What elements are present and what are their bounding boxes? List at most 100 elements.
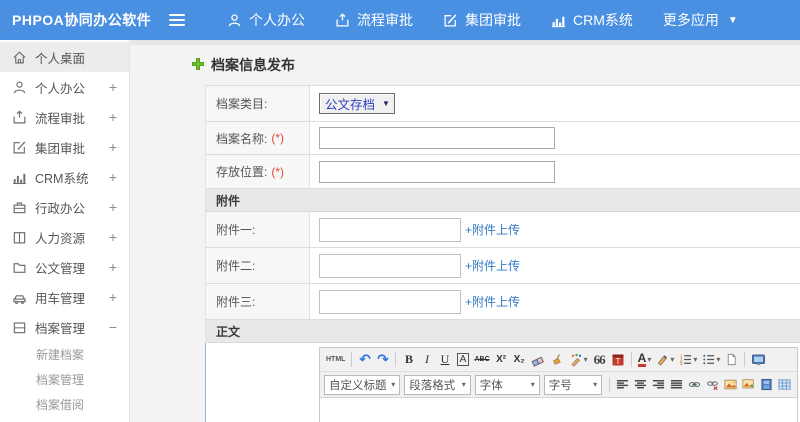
sidebar-item-archive-management[interactable]: 档案管理 − xyxy=(0,312,129,342)
page-title-text: 档案信息发布 xyxy=(211,57,295,73)
expand-plus-icon[interactable]: + xyxy=(109,199,117,215)
sidebar-subitem-new-archive[interactable]: 新建档案 xyxy=(0,342,129,367)
nav-group-approval[interactable]: 集团审批 xyxy=(428,0,536,40)
attachments-section-header: 附件 xyxy=(205,189,800,212)
expand-plus-icon[interactable]: + xyxy=(109,109,117,125)
document-icon xyxy=(12,260,27,275)
hamburger-menu-icon[interactable] xyxy=(162,14,192,26)
caret-down-icon: ▾ xyxy=(716,355,721,364)
font-size-select[interactable]: 字号 ▾ xyxy=(543,374,603,395)
rich-text-editor: HTML ↶ ↷ B I U A ABC X² X₂ ▾ 66 T A ▾ ▾ … xyxy=(319,347,798,422)
form-row-attachment-1: 附件一: +附件上传 xyxy=(205,212,800,248)
sidebar-item-group-approval[interactable]: 集团审批 + xyxy=(0,132,129,162)
align-center-icon[interactable] xyxy=(632,375,649,394)
editor-content-area[interactable] xyxy=(320,398,797,422)
form-row-attachment-2: 附件二: +附件上传 xyxy=(205,248,800,284)
sidebar-subitem-archive-management[interactable]: 档案管理 xyxy=(0,367,129,392)
paragraph-format-select[interactable]: 段落格式 ▾ xyxy=(404,374,471,395)
align-left-icon[interactable] xyxy=(614,375,631,394)
bar-chart-icon xyxy=(12,170,27,185)
unordered-list-icon[interactable]: ▾ xyxy=(700,350,722,369)
sidebar-item-crm-system[interactable]: CRM系统 + xyxy=(0,162,129,192)
expand-plus-icon[interactable]: + xyxy=(109,79,117,95)
nav-more-apps[interactable]: 更多应用 ▼ xyxy=(648,0,753,40)
attachment-2-input[interactable] xyxy=(319,253,461,278)
expand-plus-icon[interactable]: + xyxy=(109,229,117,245)
undo-icon[interactable]: ↶ xyxy=(356,350,373,369)
new-document-icon[interactable] xyxy=(723,350,740,369)
expand-plus-icon[interactable]: + xyxy=(109,169,117,185)
subscript-icon[interactable]: X₂ xyxy=(511,350,528,369)
sidebar-subitem-archive-borrow[interactable]: 档案借阅 xyxy=(0,392,129,417)
archive-name-input[interactable] xyxy=(319,127,555,149)
unlink-icon[interactable] xyxy=(704,375,721,394)
highlight-pen-icon[interactable]: ▾ xyxy=(654,350,676,369)
collapse-minus-icon[interactable]: − xyxy=(109,319,117,335)
caret-down-icon: ▼ xyxy=(727,14,738,26)
align-justify-icon[interactable] xyxy=(668,375,685,394)
nav-label: 集团审批 xyxy=(465,12,521,28)
eraser-icon[interactable] xyxy=(529,350,547,369)
green-plus-icon xyxy=(191,57,205,74)
attachment-2-upload-link[interactable]: +附件上传 xyxy=(465,257,520,274)
nav-crm-system[interactable]: CRM系统 xyxy=(536,0,648,40)
table-icon[interactable] xyxy=(776,375,793,394)
form-row-location: 存放位置: (*) xyxy=(205,155,800,189)
sidebar-item-vehicle-management[interactable]: 用车管理 + xyxy=(0,282,129,312)
custom-heading-select[interactable]: 自定义标题 ▾ xyxy=(324,374,401,395)
font-color-icon[interactable]: A xyxy=(637,352,647,367)
strikethrough-icon[interactable]: ABC xyxy=(472,350,491,369)
edit-square-icon xyxy=(443,13,458,28)
bold-icon[interactable]: B xyxy=(400,350,417,369)
expand-plus-icon[interactable]: + xyxy=(109,259,117,275)
workflow-icon xyxy=(12,109,27,125)
align-right-icon[interactable] xyxy=(650,375,667,394)
sidebar-item-personal-desktop[interactable]: 个人桌面 xyxy=(0,42,129,72)
archive-icon xyxy=(12,320,27,335)
sidebar-item-label: 档案管理 xyxy=(35,321,86,336)
fullscreen-icon[interactable] xyxy=(749,350,768,369)
font-border-icon[interactable]: A xyxy=(456,353,470,366)
superscript-icon[interactable]: X² xyxy=(493,350,510,369)
attachment-3-upload-link[interactable]: +附件上传 xyxy=(465,293,520,310)
link-icon[interactable] xyxy=(686,375,703,394)
nav-label: 个人办公 xyxy=(249,12,305,28)
color-pen-icon[interactable]: ▾ xyxy=(567,350,590,369)
storage-location-input[interactable] xyxy=(319,160,555,183)
nav-workflow-approval[interactable]: 流程审批 xyxy=(320,0,428,40)
sidebar-item-personal-office[interactable]: 个人办公 + xyxy=(0,72,129,102)
redo-icon[interactable]: ↷ xyxy=(374,350,391,369)
sidebar-item-administration[interactable]: 行政办公 + xyxy=(0,192,129,222)
image-upload-icon[interactable] xyxy=(740,375,757,394)
attachment-3-input[interactable] xyxy=(319,289,461,314)
sidebar-item-workflow-approval[interactable]: 流程审批 + xyxy=(0,102,129,132)
format-brush-icon[interactable] xyxy=(548,350,566,369)
blockquote-icon[interactable]: 66 xyxy=(591,350,608,369)
expand-plus-icon[interactable]: + xyxy=(109,139,117,155)
ordered-list-icon[interactable]: 1 2 3 ▾ xyxy=(677,350,699,369)
expand-plus-icon[interactable]: + xyxy=(109,289,117,305)
edit-square-icon xyxy=(12,140,27,155)
book-icon xyxy=(12,230,27,245)
content-top-strip xyxy=(131,40,800,45)
italic-icon[interactable]: I xyxy=(418,350,435,369)
caret-down-icon: ▾ xyxy=(530,380,535,389)
attachment-1-input[interactable] xyxy=(319,217,461,242)
html-source-icon[interactable]: HTML xyxy=(324,350,347,369)
category-select[interactable]: 公文存档 ▼ xyxy=(319,93,395,114)
field-label: 档案名称: (*) xyxy=(206,122,310,154)
attachment-1-upload-link[interactable]: +附件上传 xyxy=(465,221,520,238)
top-navigation: 个人办公 流程审批 集团审批 CRM系统 更多应用 ▼ xyxy=(212,0,753,40)
underline-icon[interactable]: U xyxy=(436,350,453,369)
insert-date-icon[interactable]: T xyxy=(609,350,627,369)
caret-down-icon: ▾ xyxy=(670,355,675,364)
font-family-select[interactable]: 字体 ▾ xyxy=(474,374,540,395)
sidebar-item-human-resources[interactable]: 人力资源 + xyxy=(0,222,129,252)
field-label: 附件三: xyxy=(206,284,310,319)
sidebar-item-document-management[interactable]: 公文管理 + xyxy=(0,252,129,282)
nav-personal-office[interactable]: 个人办公 xyxy=(212,0,320,40)
caret-down-icon: ▾ xyxy=(693,355,698,364)
media-icon[interactable] xyxy=(758,375,775,394)
sidebar-item-label: 用车管理 xyxy=(35,291,86,306)
image-icon[interactable] xyxy=(722,375,739,394)
